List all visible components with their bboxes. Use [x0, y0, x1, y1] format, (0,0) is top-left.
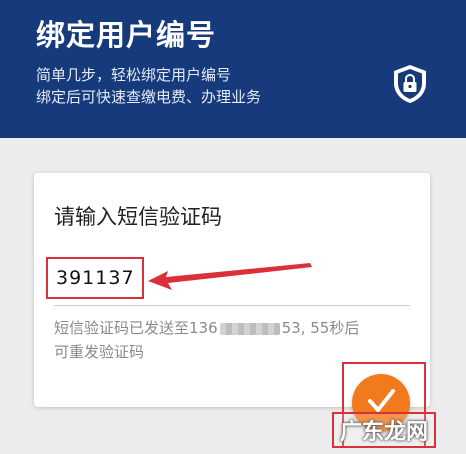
masked-phone-digits — [219, 322, 280, 335]
verification-code-input[interactable]: 391137 — [46, 257, 144, 299]
sms-hint-prefix: 短信验证码已发送至136 — [54, 319, 218, 337]
verification-code-value: 391137 — [56, 267, 135, 289]
header-subtitle-line1: 简单几步，轻松绑定用户编号 — [36, 66, 232, 84]
input-underline — [54, 305, 410, 306]
header-subtitle-line2: 绑定后可快速查缴电费、办理业务 — [36, 88, 262, 106]
resend-hint: 可重发验证码 — [54, 343, 145, 361]
page-title: 绑定用户编号 — [36, 18, 217, 52]
sms-hint-suffix: 53, 55秒后 — [281, 319, 360, 337]
card-title: 请输入短信验证码 — [54, 205, 222, 229]
shield-lock-icon — [394, 65, 426, 103]
annotation-arrow — [148, 263, 312, 290]
watermark: 广东龙网 — [332, 412, 437, 448]
sms-hint-line1: 短信验证码已发送至136 53, 55秒后 — [54, 317, 359, 338]
header: 绑定用户编号 简单几步，轻松绑定用户编号 绑定后可快速查缴电费、办理业务 — [0, 0, 466, 138]
